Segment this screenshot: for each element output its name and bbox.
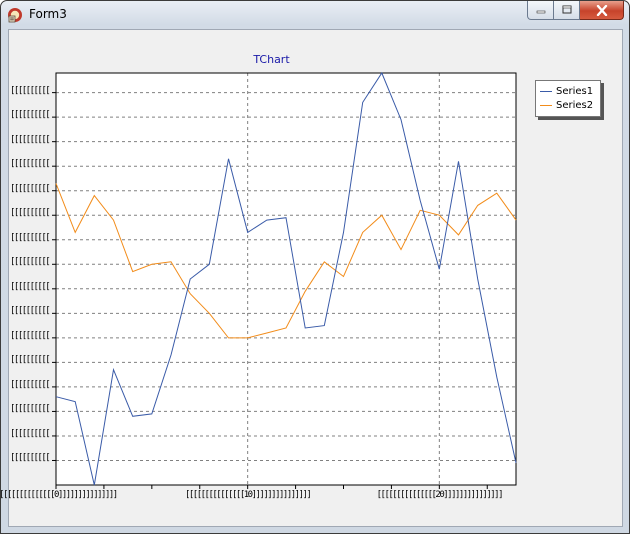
y-tick-label: [[[[[[[[[[[[[[[ — [10, 257, 50, 268]
form-client-area: TChart Series1 Series2 [[[[[[[[[[[[[[[[[… — [1, 29, 623, 527]
y-tick-label: [[[[[[[[[[[[[[[ — [10, 404, 50, 415]
maximize-icon — [562, 5, 571, 14]
y-tick-label: [[[[[[[[[[[[[[[ — [10, 85, 50, 96]
y-tick-label: [[[[[[[[[[[[[[[ — [10, 110, 50, 121]
y-tick-label: [[[[[[[[[[[[[[[ — [10, 208, 50, 219]
legend-item-series2: Series2 — [540, 98, 593, 112]
legend-label-series2: Series2 — [556, 99, 594, 111]
app-window: Form3 TChart Series1 Series2 [[[[[[[[[[… — [0, 0, 630, 534]
x-tick-label: [[[[[[[[[[[[[[[0]]]]]]]]]]]]]]] — [0, 490, 118, 500]
caption-buttons — [527, 1, 624, 21]
close-button[interactable] — [580, 1, 624, 20]
window-title: Form3 — [29, 7, 67, 21]
legend-swatch-series2 — [540, 104, 552, 106]
y-tick-label: [[[[[[[[[[[[[[[ — [10, 306, 50, 317]
y-tick-label: [[[[[[[[[[[[[[[ — [10, 453, 50, 464]
y-tick-label: [[[[[[[[[[[[[[[ — [10, 355, 50, 366]
legend-swatch-series1 — [540, 90, 552, 92]
y-tick-label: [[[[[[[[[[[[[[[ — [10, 232, 50, 243]
y-tick-label: [[[[[[[[[[[[[[[ — [10, 428, 50, 439]
minimize-icon — [536, 10, 545, 14]
chart-legend: Series1 Series2 — [535, 80, 601, 117]
y-tick-label: [[[[[[[[[[[[[[[ — [10, 330, 50, 341]
close-icon — [596, 4, 607, 16]
y-tick-label: [[[[[[[[[[[[[[[ — [10, 159, 50, 170]
y-tick-label: [[[[[[[[[[[[[[[ — [10, 183, 50, 194]
y-tick-label: [[[[[[[[[[[[[[[ — [10, 134, 50, 145]
title-bar[interactable]: Form3 — [1, 1, 629, 29]
minimize-button[interactable] — [527, 1, 554, 20]
x-tick-label: [[[[[[[[[[[[[[[10]]]]]]]]]]]]]]] — [184, 490, 312, 500]
y-tick-label: [[[[[[[[[[[[[[[ — [10, 281, 50, 292]
legend-label-series1: Series1 — [556, 85, 594, 97]
chart-plot — [52, 71, 517, 489]
plot-background — [56, 73, 516, 485]
x-tick-label: [[[[[[[[[[[[[[[20]]]]]]]]]]]]]]] — [376, 490, 504, 500]
y-tick-label: [[[[[[[[[[[[[[[ — [10, 379, 50, 390]
delphi-app-icon — [8, 8, 22, 23]
maximize-button[interactable] — [554, 1, 580, 20]
legend-item-series1: Series1 — [540, 84, 593, 98]
